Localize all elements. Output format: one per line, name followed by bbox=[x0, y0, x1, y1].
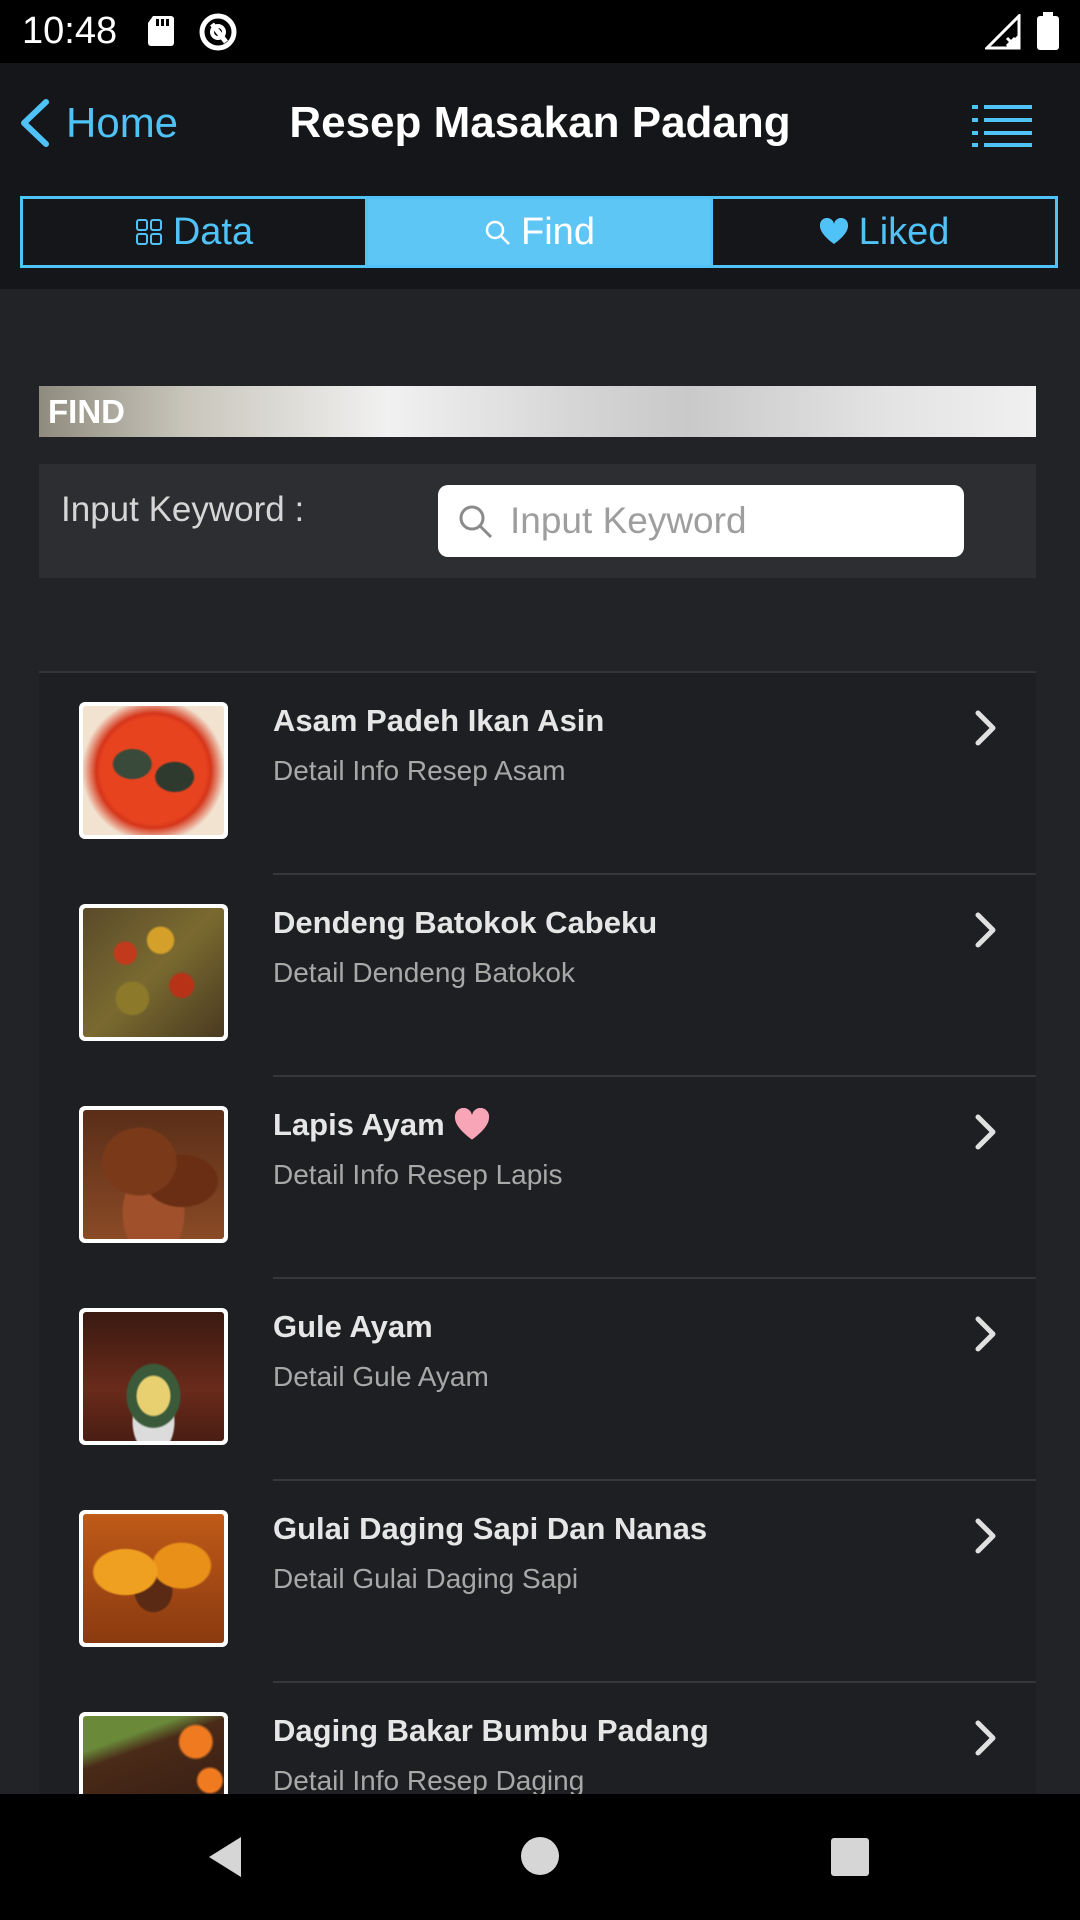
list-item[interactable]: Asam Padeh Ikan Asin Detail Info Resep A… bbox=[39, 673, 1036, 875]
tab-data-label: Data bbox=[172, 210, 254, 253]
recipe-thumbnail bbox=[79, 1106, 228, 1243]
recipe-name: Asam Padeh Ikan Asin bbox=[273, 703, 605, 738]
tab-find-label: Find bbox=[521, 210, 595, 253]
chevron-left-icon bbox=[21, 99, 49, 147]
grid-icon bbox=[135, 219, 162, 245]
status-bar: 10:48 bbox=[0, 0, 1080, 63]
recipe-detail: Detail Dendeng Batokok bbox=[273, 957, 575, 988]
tab-data[interactable]: Data bbox=[23, 199, 365, 265]
chevron-right-icon bbox=[975, 1114, 996, 1150]
search-row: Input Keyword : bbox=[39, 464, 1036, 578]
app-header: Home Resep Masakan Padang Data Find Like… bbox=[0, 63, 1080, 289]
system-nav-bar bbox=[0, 1794, 1080, 1920]
heart-icon bbox=[819, 218, 848, 244]
nav-home-icon[interactable] bbox=[520, 1836, 560, 1876]
recipe-list: Asam Padeh Ikan Asin Detail Info Resep A… bbox=[39, 671, 1036, 1796]
tab-liked-label: Liked bbox=[858, 210, 950, 253]
recipe-detail: Detail Gule Ayam bbox=[273, 1361, 489, 1392]
back-button[interactable]: Home bbox=[18, 93, 178, 153]
recipe-name: Gule Ayam bbox=[273, 1309, 433, 1344]
list-item[interactable]: Daging Bakar Bumbu Padang Detail Info Re… bbox=[39, 1683, 1036, 1796]
recipe-thumbnail bbox=[79, 904, 228, 1041]
battery-icon bbox=[1037, 12, 1059, 50]
recipe-detail: Detail Info Resep Asam bbox=[273, 755, 566, 786]
list-item[interactable]: Dendeng Batokok Cabeku Detail Dendeng Ba… bbox=[39, 875, 1036, 1077]
recipe-thumbnail bbox=[79, 702, 228, 839]
find-section-header: FIND bbox=[39, 386, 1036, 437]
search-field[interactable] bbox=[438, 485, 964, 557]
tab-bar: Data Find Liked bbox=[20, 196, 1058, 268]
list-item[interactable]: Lapis Ayam Detail Info Resep Lapis bbox=[39, 1077, 1036, 1279]
signal-icon bbox=[985, 14, 1021, 50]
tab-find[interactable]: Find bbox=[365, 199, 710, 265]
back-label: Home bbox=[66, 99, 179, 146]
recipe-detail: Detail Info Resep Daging bbox=[273, 1765, 585, 1796]
nav-recents-icon[interactable] bbox=[830, 1837, 870, 1877]
search-icon bbox=[485, 220, 510, 245]
at-sign-icon bbox=[199, 13, 237, 51]
chevron-right-icon bbox=[975, 912, 996, 948]
liked-heart-icon bbox=[454, 1108, 489, 1140]
recipe-thumbnail bbox=[79, 1308, 228, 1445]
recipe-thumbnail bbox=[79, 1712, 228, 1796]
keyword-label: Input Keyword : bbox=[61, 490, 305, 529]
search-icon bbox=[459, 505, 493, 539]
recipe-name: Daging Bakar Bumbu Padang bbox=[273, 1713, 709, 1748]
nav-back-icon[interactable] bbox=[205, 1834, 245, 1880]
status-time: 10:48 bbox=[22, 10, 118, 52]
recipe-thumbnail bbox=[79, 1510, 228, 1647]
chevron-right-icon bbox=[975, 710, 996, 746]
recipe-detail: Detail Gulai Daging Sapi bbox=[273, 1563, 579, 1594]
recipe-name: Gulai Daging Sapi Dan Nanas bbox=[273, 1511, 708, 1546]
recipe-name: Lapis Ayam bbox=[273, 1107, 491, 1143]
sd-card-icon bbox=[148, 16, 174, 46]
find-section-title: FIND bbox=[48, 393, 125, 430]
chevron-right-icon bbox=[975, 1316, 996, 1352]
chevron-right-icon bbox=[975, 1518, 996, 1554]
list-item[interactable]: Gulai Daging Sapi Dan Nanas Detail Gulai… bbox=[39, 1481, 1036, 1683]
menu-list-icon[interactable] bbox=[972, 99, 1032, 149]
chevron-right-icon bbox=[975, 1720, 996, 1756]
tab-liked[interactable]: Liked bbox=[710, 199, 1055, 265]
recipe-detail: Detail Info Resep Lapis bbox=[273, 1159, 563, 1190]
list-item[interactable]: Gule Ayam Detail Gule Ayam bbox=[39, 1279, 1036, 1481]
recipe-name: Dendeng Batokok Cabeku bbox=[273, 905, 658, 940]
search-input[interactable] bbox=[508, 499, 942, 543]
